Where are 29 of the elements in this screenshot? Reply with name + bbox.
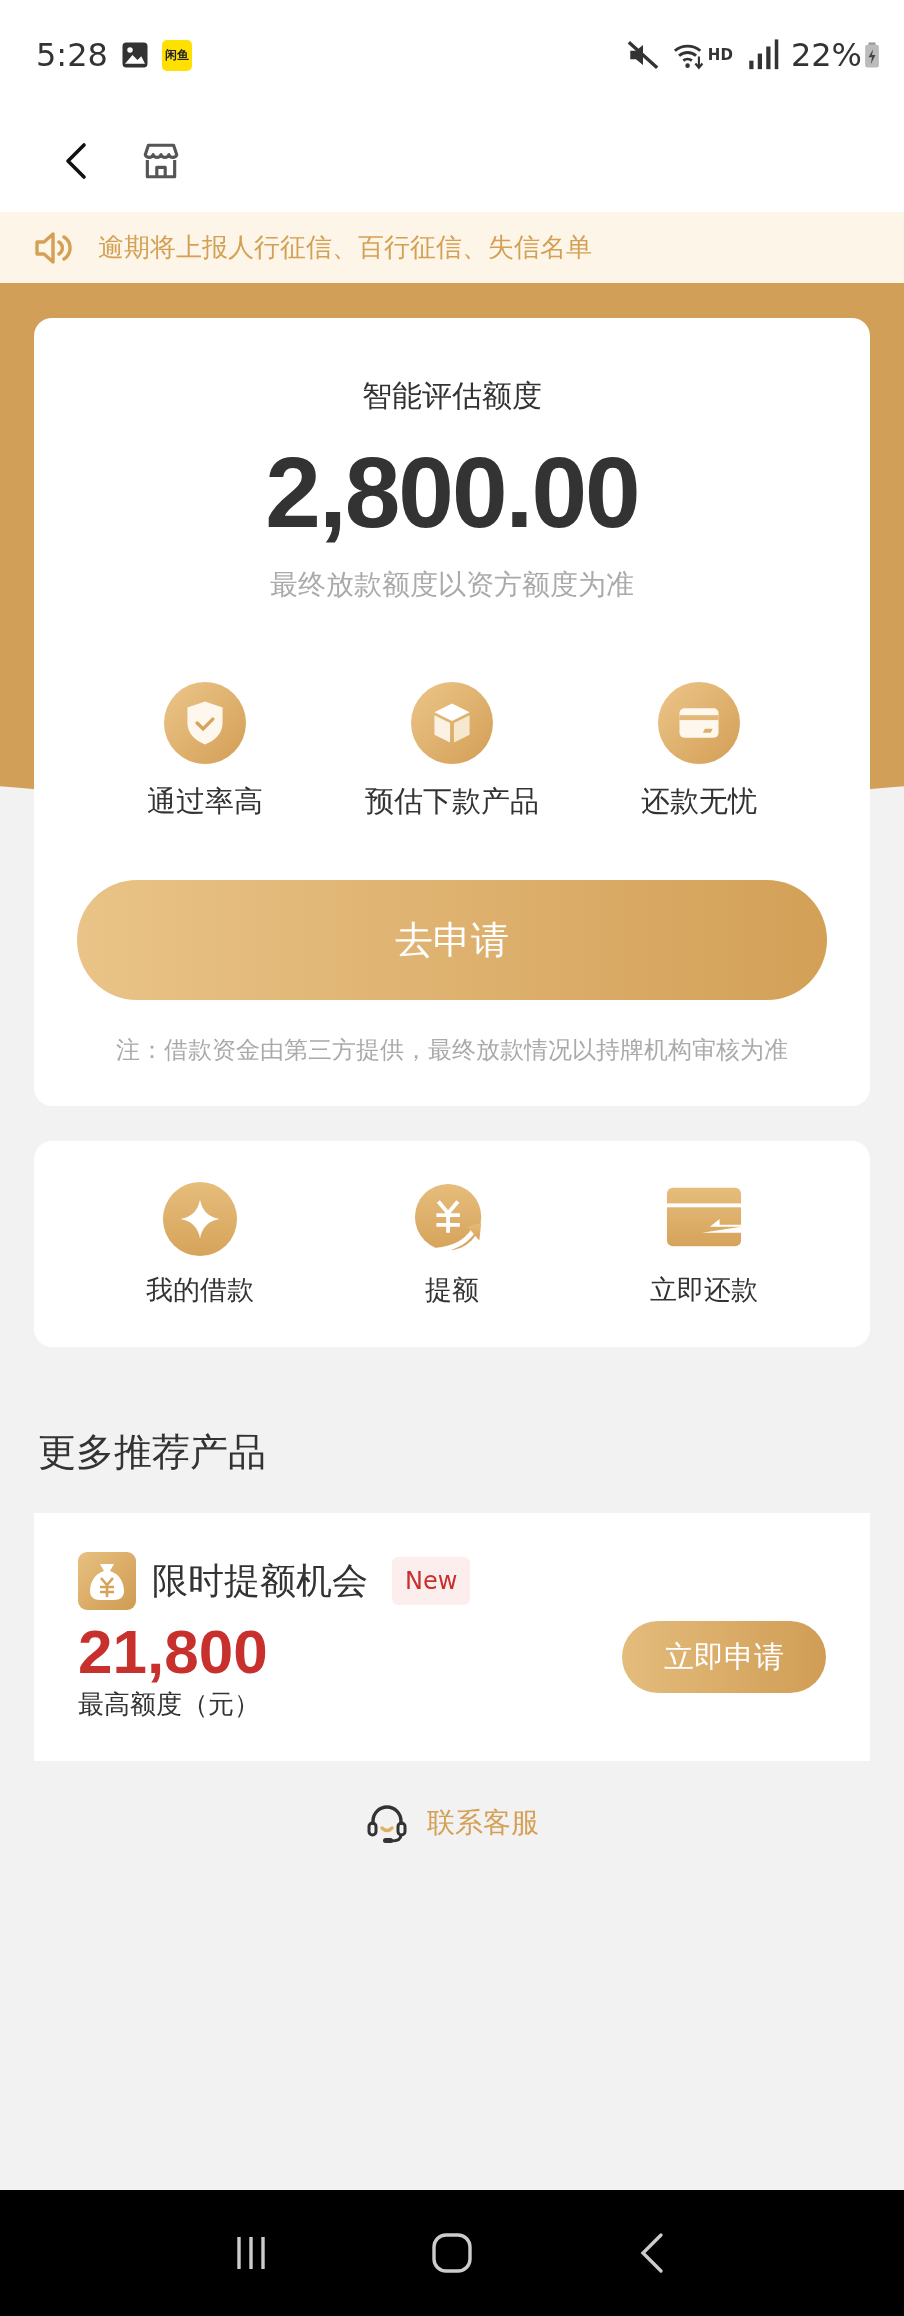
section-title: 更多推荐产品 bbox=[38, 1429, 267, 1476]
product-amount-label: 最高额度（元） bbox=[78, 1688, 261, 1721]
new-badge: New bbox=[392, 1557, 471, 1605]
card-icon bbox=[657, 682, 740, 764]
product-name: 限时提额机会 bbox=[152, 1558, 368, 1603]
feature-label: 预估下款产品 bbox=[365, 783, 539, 820]
mute-icon bbox=[625, 38, 660, 72]
status-time: 5:28 bbox=[36, 36, 108, 74]
network-label: HD bbox=[707, 46, 733, 64]
app-badge: 闲鱼 bbox=[161, 39, 192, 71]
quota-note: 最终放款额度以资方额度为准 bbox=[270, 567, 634, 603]
battery-percent: 22% bbox=[790, 36, 862, 74]
notice-text: 逾期将上报人行征信、百行征信、失信名单 bbox=[98, 231, 592, 264]
quota-title: 智能评估额度 bbox=[362, 377, 542, 415]
quick-action[interactable]: 提额 bbox=[362, 1180, 542, 1308]
quota-amount: 2,800.00 bbox=[265, 435, 639, 550]
cube-icon bbox=[411, 682, 493, 764]
money-bag-icon bbox=[78, 1552, 136, 1610]
feature-label: 通过率高 bbox=[147, 783, 264, 820]
shield-check-icon bbox=[164, 682, 247, 764]
home-icon[interactable] bbox=[430, 2231, 474, 2275]
product-amount: 21,800 bbox=[78, 1616, 269, 1687]
speaker-icon bbox=[32, 229, 74, 266]
disclaimer-text: 注：借款资金由第三方提供，最终放款情况以持牌机构审核为准 bbox=[116, 1035, 788, 1066]
quick-action[interactable]: 我的借款 bbox=[110, 1180, 290, 1308]
battery-icon bbox=[864, 41, 880, 69]
star-coin-icon bbox=[161, 1180, 239, 1258]
quick-action[interactable]: 立即还款 bbox=[614, 1180, 794, 1308]
feature-label: 还款无忧 bbox=[640, 783, 757, 820]
